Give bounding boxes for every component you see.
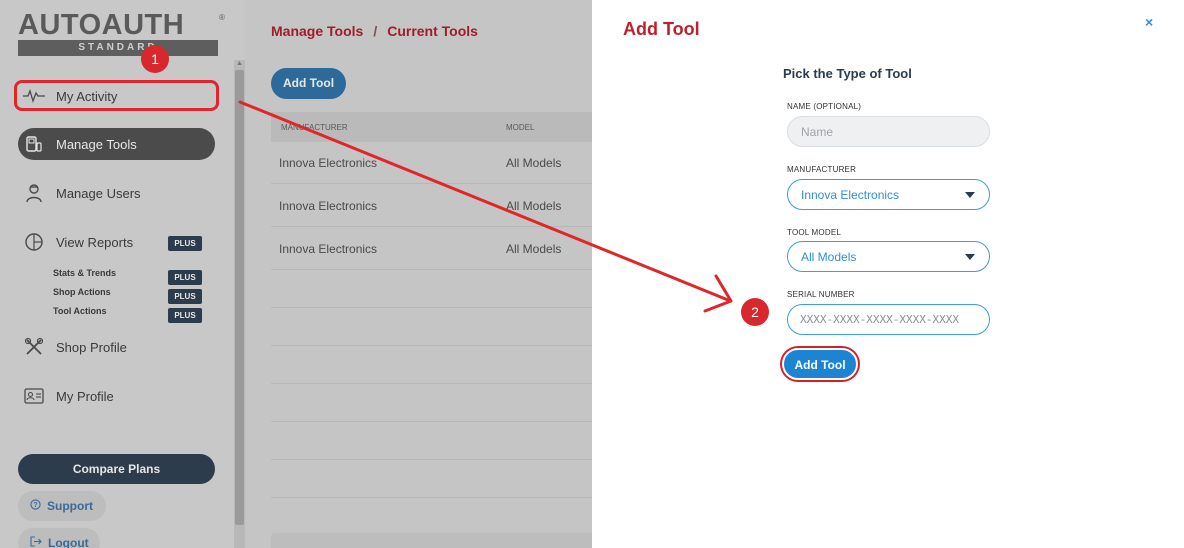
breadcrumb: Manage Tools / Current Tools xyxy=(271,23,478,39)
logout-link[interactable]: Logout xyxy=(18,528,100,548)
name-placeholder: Name xyxy=(801,124,834,139)
support-label: Support xyxy=(47,499,93,513)
reports-icon xyxy=(22,230,46,254)
name-input[interactable]: Name xyxy=(787,116,990,147)
cell-manufacturer: Innova Electronics xyxy=(279,156,378,170)
current-tools-page: Manage Tools / Current Tools Add Tool MANU… xyxy=(245,0,592,548)
serial-number-label: SERIAL NUMBER xyxy=(787,290,855,299)
table-divider xyxy=(271,307,592,308)
sidebar-item-label: My Profile xyxy=(56,388,114,404)
sidebar-item-shop-profile[interactable]: Shop Profile xyxy=(18,332,215,362)
cell-manufacturer: Innova Electronics xyxy=(279,242,378,256)
add-tool-button[interactable]: Add Tool xyxy=(271,68,346,99)
close-icon[interactable]: × xyxy=(1145,14,1153,30)
plus-badge-tool-actions: PLUS xyxy=(168,308,202,323)
manufacturer-select[interactable]: Innova Electronics xyxy=(787,179,990,210)
step-2-badge: 2 xyxy=(741,298,769,326)
pagination-strip xyxy=(271,533,592,548)
scrollbar-thumb[interactable] xyxy=(235,70,244,525)
table-divider xyxy=(271,345,592,346)
table-divider xyxy=(271,497,592,498)
table-row[interactable]: Innova Electronics All Models xyxy=(271,185,592,227)
serial-number-input[interactable]: XXXX-XXXX-XXXX-XXXX-XXXX xyxy=(787,304,990,335)
logout-icon xyxy=(30,536,42,548)
form-heading: Pick the Type of Tool xyxy=(783,66,912,81)
breadcrumb-current-tools: Current Tools xyxy=(387,23,478,39)
compare-plans-button[interactable]: Compare Plans xyxy=(18,454,215,484)
table-row[interactable]: Innova Electronics All Models xyxy=(271,228,592,270)
table-divider xyxy=(271,421,592,422)
cell-model: All Models xyxy=(506,199,562,213)
tool-model-label: TOOL MODEL xyxy=(787,228,842,237)
shop-icon xyxy=(22,335,46,359)
svg-text:?: ? xyxy=(33,502,37,509)
name-label: NAME (OPTIONAL) xyxy=(787,102,862,111)
cell-manufacturer: Innova Electronics xyxy=(279,199,378,213)
logo-tier-band: STANDARD xyxy=(18,40,218,56)
cell-model: All Models xyxy=(506,242,562,256)
table-row[interactable]: Innova Electronics All Models xyxy=(271,142,592,184)
tools-icon xyxy=(22,132,46,156)
sidebar-item-label: Shop Profile xyxy=(56,339,127,355)
sidebar-item-label: View Reports xyxy=(56,234,134,250)
scroll-up-icon[interactable]: ▲ xyxy=(236,60,243,67)
sidebar-subitem-tool-actions[interactable]: Tool Actions xyxy=(53,306,107,316)
autoauth-logo: AUTOAUTH ® STANDARD xyxy=(18,9,225,58)
logo-wordmark: AUTOAUTH xyxy=(18,9,185,41)
chevron-down-icon xyxy=(965,192,975,198)
sidebar-item-manage-tools[interactable]: Manage Tools xyxy=(18,128,215,160)
chevron-down-icon xyxy=(965,254,975,260)
add-tool-modal: Add Tool × Pick the Type of Tool NAME (O… xyxy=(592,0,1184,548)
sidebar-subitem-stats-trends[interactable]: Stats & Trends xyxy=(53,268,116,278)
column-header-model: MODEL xyxy=(506,123,535,132)
sidebar-item-label: Manage Users xyxy=(56,185,141,201)
serial-number-placeholder: XXXX-XXXX-XXXX-XXXX-XXXX xyxy=(800,313,959,326)
users-icon xyxy=(22,181,46,205)
modal-title: Add Tool xyxy=(623,19,700,39)
sidebar-subitem-shop-actions[interactable]: Shop Actions xyxy=(53,287,111,297)
step1-highlight-box xyxy=(14,80,219,111)
logout-label: Logout xyxy=(48,536,89,548)
sidebar-scrollbar[interactable]: ▲ xyxy=(234,60,245,548)
step-1-badge: 1 xyxy=(141,45,169,73)
breadcrumb-separator: / xyxy=(373,23,378,39)
cell-model: All Models xyxy=(506,156,562,170)
profile-icon xyxy=(22,384,46,408)
column-header-manufacturer: MANUFACTURER xyxy=(281,123,348,132)
tool-model-value: All Models xyxy=(801,249,857,264)
table-divider xyxy=(271,383,592,384)
support-link[interactable]: ? Support xyxy=(18,491,106,521)
table-divider xyxy=(271,459,592,460)
plus-badge-shop-actions: PLUS xyxy=(168,289,202,304)
breadcrumb-manage-tools[interactable]: Manage Tools xyxy=(271,23,363,39)
plus-badge-view-reports: PLUS xyxy=(168,236,202,251)
sidebar-item-label: Manage Tools xyxy=(56,136,137,152)
plus-badge-stats-trends: PLUS xyxy=(168,270,202,285)
manufacturer-label: MANUFACTURER xyxy=(787,165,857,174)
help-circle-icon: ? xyxy=(30,499,41,513)
sidebar-item-my-profile[interactable]: My Profile xyxy=(18,381,215,411)
tools-table-header: MANUFACTURER MODEL xyxy=(271,112,592,142)
registered-mark: ® xyxy=(219,13,225,22)
sidebar-item-manage-users[interactable]: Manage Users xyxy=(18,178,215,208)
add-tool-submit-button[interactable]: Add Tool xyxy=(782,348,858,380)
manufacturer-value: Innova Electronics xyxy=(801,187,900,202)
tool-model-select[interactable]: All Models xyxy=(787,241,990,272)
